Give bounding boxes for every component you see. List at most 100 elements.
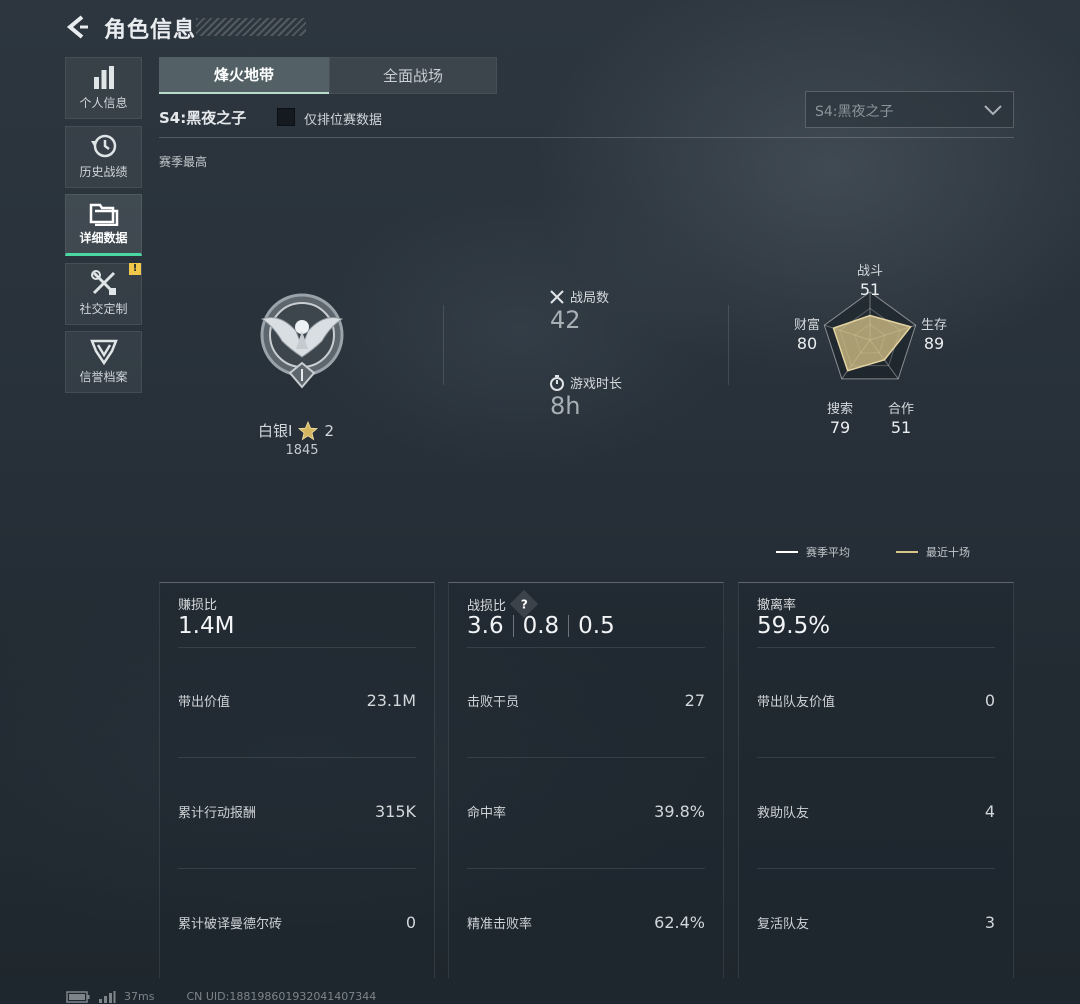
user-uid: CN UID:1881986019320414073​44 bbox=[186, 990, 377, 1003]
row-label: 累计行动报酬 bbox=[178, 806, 257, 821]
radar-value-combat: 51 bbox=[859, 280, 881, 299]
sidebar-item-label: 社交定制 bbox=[79, 302, 128, 316]
legend-recent-ten: 最近十场 bbox=[896, 544, 970, 560]
section-label: 赛季最高 bbox=[159, 155, 208, 169]
season-select-value: S4:黑夜之子 bbox=[815, 104, 894, 120]
season-select[interactable]: S4:黑夜之子 bbox=[805, 91, 1014, 128]
kd-value: 0.8 bbox=[522, 613, 560, 639]
sidebar-item-detailed-data[interactable]: 详细数据 bbox=[65, 194, 142, 256]
matches-label: 战局数 bbox=[549, 287, 609, 306]
playtime-label-text: 游戏时长 bbox=[570, 377, 623, 392]
panel-kd-ratio: 战损比 ? 3.6 0.8 0.5 击败干员 27 命中率 39.8% 精准击败… bbox=[448, 582, 724, 978]
list-item: 带出队友价值 0 bbox=[757, 691, 995, 710]
stopwatch-icon bbox=[550, 374, 564, 391]
list-item: 精准击败率 62.4% bbox=[467, 913, 705, 932]
star-icon bbox=[298, 420, 319, 440]
vertical-divider bbox=[443, 305, 444, 385]
folder-icon bbox=[89, 203, 118, 226]
sidebar-item-label: 详细数据 bbox=[79, 231, 128, 245]
divider bbox=[467, 647, 705, 648]
row-label: 带出价值 bbox=[178, 695, 231, 710]
panel-title-text: 战损比 bbox=[467, 598, 507, 614]
row-value: 0 bbox=[984, 691, 995, 710]
list-item: 带出价值 23.1M bbox=[178, 691, 416, 710]
rank-badge-icon bbox=[260, 293, 344, 389]
season-name: S4:黑夜之子 bbox=[159, 109, 247, 127]
vertical-divider bbox=[728, 305, 729, 385]
row-label: 精准击败率 bbox=[467, 917, 533, 932]
legend-season-average: 赛季平均 bbox=[776, 544, 850, 560]
divider bbox=[178, 868, 416, 869]
row-value: 315K bbox=[374, 802, 416, 821]
kd-value: 3.6 bbox=[467, 613, 504, 639]
alert-badge: ! bbox=[129, 263, 141, 275]
ping-value: 37ms bbox=[124, 990, 155, 1003]
panel-title: 撤离率 bbox=[757, 594, 796, 613]
title-decoration bbox=[196, 18, 306, 36]
panel-main-value: 59.5% bbox=[757, 613, 831, 639]
list-item: 累计行动报酬 315K bbox=[178, 802, 416, 821]
panel-title-text: 赚损比 bbox=[178, 598, 218, 613]
sidebar-item-label: 信誉档案 bbox=[79, 370, 128, 384]
row-label: 救助队友 bbox=[757, 806, 810, 821]
value-divider bbox=[568, 615, 570, 637]
divider bbox=[757, 757, 995, 758]
radar-label-survival: 生存 bbox=[920, 318, 947, 333]
legend-swatch bbox=[776, 551, 798, 553]
radar-value-cooperation: 51 bbox=[890, 418, 912, 437]
panel-title: 赚损比 bbox=[178, 594, 217, 613]
list-item: 击败干员 27 bbox=[467, 691, 705, 710]
playtime-label: 游戏时长 bbox=[549, 373, 622, 392]
emblem-icon bbox=[89, 339, 118, 365]
divider bbox=[467, 757, 705, 758]
legend-label: 最近十场 bbox=[926, 546, 970, 559]
radar-label-cooperation: 合作 bbox=[887, 402, 914, 417]
ranked-only-checkbox[interactable] bbox=[277, 108, 295, 126]
back-arrow-icon[interactable] bbox=[64, 14, 90, 40]
sidebar-item-label: 历史战绩 bbox=[79, 165, 128, 179]
tab-warzone-map[interactable]: 烽火地带 bbox=[159, 57, 329, 94]
ranked-only-label[interactable]: 仅排位赛数据 bbox=[304, 109, 382, 128]
kd-value: 0.5 bbox=[578, 613, 615, 639]
row-label: 复活队友 bbox=[757, 917, 810, 932]
panel-main-value: 1.4M bbox=[178, 613, 235, 639]
panel-title-text: 撤离率 bbox=[757, 598, 797, 613]
list-item: 累计破译曼德尔砖 0 bbox=[178, 913, 416, 932]
panel-extraction-rate: 撤离率 59.5% 带出队友价值 0 救助队友 4 复活队友 3 bbox=[738, 582, 1014, 978]
sidebar-item-history[interactable]: 历史战绩 bbox=[65, 126, 142, 188]
radar-label-combat: 战斗 bbox=[856, 264, 883, 279]
row-label: 击败干员 bbox=[467, 695, 520, 710]
value-divider bbox=[512, 615, 514, 637]
rank-score: 1845 bbox=[285, 443, 319, 458]
battery-icon bbox=[66, 990, 90, 1003]
legend-label: 赛季平均 bbox=[806, 546, 850, 559]
divider bbox=[178, 647, 416, 648]
bar-chart-icon bbox=[93, 66, 114, 89]
row-label: 带出队友价值 bbox=[757, 695, 836, 710]
divider bbox=[178, 757, 416, 758]
chevron-down-icon bbox=[984, 105, 1002, 116]
rank-title: 白银I bbox=[258, 422, 293, 440]
list-item: 命中率 39.8% bbox=[467, 802, 705, 821]
row-label: 累计破译曼德尔砖 bbox=[178, 917, 283, 932]
row-value: 62.4% bbox=[654, 913, 705, 932]
crossed-swords-icon bbox=[550, 289, 564, 304]
status-footer: 37ms CN UID:1881986019320414073​44 bbox=[66, 990, 376, 1003]
row-value: 3 bbox=[984, 913, 995, 932]
radar-value-wealth: 80 bbox=[796, 334, 818, 353]
legend-swatch bbox=[896, 551, 918, 553]
sidebar-item-label: 个人信息 bbox=[79, 96, 128, 110]
tab-full-battlefield[interactable]: 全面战场 bbox=[329, 57, 497, 94]
panel-title: 战损比 ? bbox=[467, 589, 539, 619]
divider bbox=[757, 647, 995, 648]
row-value: 39.8% bbox=[654, 802, 705, 821]
sidebar-item-personal-info[interactable]: 个人信息 bbox=[65, 57, 142, 119]
list-item: 复活队友 3 bbox=[757, 913, 995, 932]
sidebar-item-reputation[interactable]: 信誉档案 bbox=[65, 331, 142, 393]
matches-value: 42 bbox=[550, 306, 581, 334]
row-label: 命中率 bbox=[467, 806, 507, 821]
matches-label-text: 战局数 bbox=[570, 291, 610, 306]
rank-stars: 2 bbox=[324, 421, 334, 440]
row-value: 4 bbox=[984, 802, 995, 821]
rank-name: 白银I 2 bbox=[258, 420, 334, 441]
